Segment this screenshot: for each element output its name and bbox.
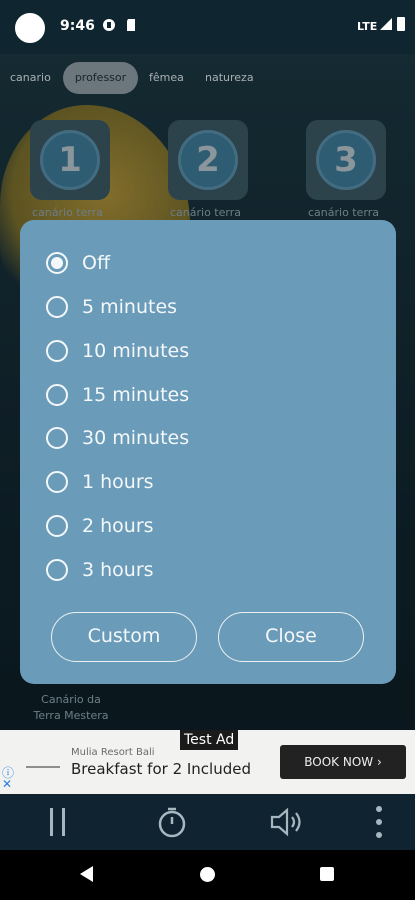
ad-close-icon[interactable]: ✕ [2, 777, 12, 791]
network-type: LTE [357, 20, 378, 33]
timer-option-2-hours[interactable]: 2 hours [46, 510, 376, 542]
timer-option-5-minutes[interactable]: 5 minutes [46, 291, 376, 323]
advertiser-logo [26, 752, 60, 768]
option-label: 15 minutes [82, 384, 190, 406]
option-label: 1 hours [82, 471, 154, 493]
option-label: 3 hours [82, 559, 154, 581]
radio-unselected[interactable] [46, 515, 68, 537]
signal-icon [380, 18, 392, 30]
status-bar: 9:46 LTE [0, 0, 415, 54]
timer-option-10-minutes[interactable]: 10 minutes [46, 335, 376, 367]
test-ad-badge: Test Ad [180, 730, 239, 750]
timer-option-3-hours[interactable]: 3 hours [46, 554, 376, 586]
more-vert-icon[interactable] [374, 806, 384, 838]
ad-advertiser: Mulia Resort Bali [71, 747, 155, 758]
recents-icon[interactable] [320, 867, 334, 881]
radio-selected[interactable] [46, 252, 68, 274]
timer-option-1-hours[interactable]: 1 hours [46, 466, 376, 498]
option-label: 5 minutes [82, 296, 178, 318]
timer-icon[interactable] [156, 806, 188, 838]
timer-option-30-minutes[interactable]: 30 minutes [46, 422, 376, 454]
status-time: 9:46 [60, 18, 95, 34]
back-icon[interactable] [80, 866, 93, 882]
close-button[interactable]: Close [218, 612, 364, 662]
home-icon[interactable] [200, 867, 215, 882]
option-label: Off [82, 252, 111, 274]
custom-button[interactable]: Custom [51, 612, 197, 662]
ad-book-now-button[interactable]: BOOK NOW › [280, 745, 406, 779]
volume-icon[interactable] [268, 806, 306, 838]
battery-icon [397, 17, 405, 31]
timer-option-15-minutes[interactable]: 15 minutes [46, 379, 376, 411]
timer-option-off[interactable]: Off [46, 247, 376, 279]
radio-unselected[interactable] [46, 296, 68, 318]
radio-unselected[interactable] [46, 340, 68, 362]
option-label: 2 hours [82, 515, 154, 537]
option-label: 10 minutes [82, 340, 190, 362]
radio-unselected[interactable] [46, 427, 68, 449]
radio-unselected[interactable] [46, 559, 68, 581]
ad-headline: Breakfast for 2 Included [71, 760, 251, 778]
notification-icon [103, 19, 115, 31]
radio-unselected[interactable] [46, 471, 68, 493]
pause-icon[interactable] [50, 808, 66, 836]
option-label: 30 minutes [82, 427, 190, 449]
sd-card-icon [127, 19, 135, 31]
status-avatar [12, 10, 48, 46]
sleep-timer-dialog: Off 5 minutes 10 minutes 15 minutes 30 m… [20, 220, 396, 684]
radio-unselected[interactable] [46, 384, 68, 406]
